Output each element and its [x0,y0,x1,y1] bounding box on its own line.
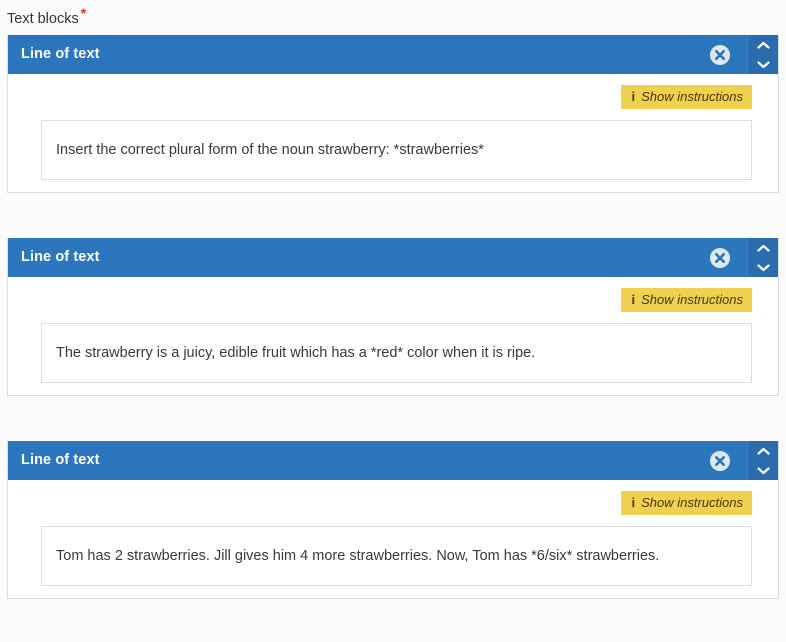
reorder-controls [747,441,778,480]
instructions-row: i Show instructions [19,85,767,109]
text-line-input[interactable]: Tom has 2 strawberries. Jill gives him 4… [41,526,752,586]
text-line-value: Insert the correct plural form of the no… [56,142,484,158]
show-instructions-label: Show instructions [641,495,743,510]
text-block-panel: Line of text [7,441,779,599]
text-line-input[interactable]: The strawberry is a juicy, edible fruit … [41,323,752,383]
text-block-panel: Line of text [7,35,779,193]
chevron-down-icon[interactable] [748,55,778,74]
close-circle-icon[interactable] [700,441,739,480]
panel-title: Line of text [21,249,100,265]
info-icon: i [631,89,636,104]
show-instructions-label: Show instructions [641,89,743,104]
text-line-input[interactable]: Insert the correct plural form of the no… [41,120,752,180]
chevron-down-icon[interactable] [748,258,778,277]
chevron-down-icon[interactable] [748,461,778,480]
text-block-panel: Line of text [7,238,779,396]
panel-title: Line of text [21,46,100,62]
close-circle-icon[interactable] [700,35,739,74]
panel-body: i Show instructions The strawberry is a … [8,277,778,395]
panel-body: i Show instructions Insert the correct p… [8,74,778,192]
panel-header: Line of text [8,238,778,277]
show-instructions-label: Show instructions [641,292,743,307]
chevron-up-icon[interactable] [748,36,778,55]
panel-header: Line of text [8,441,778,480]
reorder-controls [747,238,778,277]
panel-body: i Show instructions Tom has 2 strawberri… [8,480,778,598]
show-instructions-button[interactable]: i Show instructions [621,288,752,312]
chevron-up-icon[interactable] [748,239,778,258]
instructions-row: i Show instructions [19,288,767,312]
instructions-row: i Show instructions [19,491,767,515]
page-title: Text blocks * [7,5,86,28]
show-instructions-button[interactable]: i Show instructions [621,491,752,515]
text-line-value: The strawberry is a juicy, edible fruit … [56,345,536,361]
text-line-value: Tom has 2 strawberries. Jill gives him 4… [56,548,660,564]
reorder-controls [747,35,778,74]
panel-title: Line of text [21,452,100,468]
close-circle-icon[interactable] [700,238,739,277]
text-blocks-form: Text blocks * Line of text i Show instru… [0,0,786,642]
required-asterisk: * [80,5,87,21]
chevron-up-icon[interactable] [748,442,778,461]
panel-header: Line of text [8,35,778,74]
show-instructions-button[interactable]: i Show instructions [621,85,752,109]
info-icon: i [631,495,636,510]
info-icon: i [631,292,636,307]
field-label-text: Text blocks [7,10,79,27]
